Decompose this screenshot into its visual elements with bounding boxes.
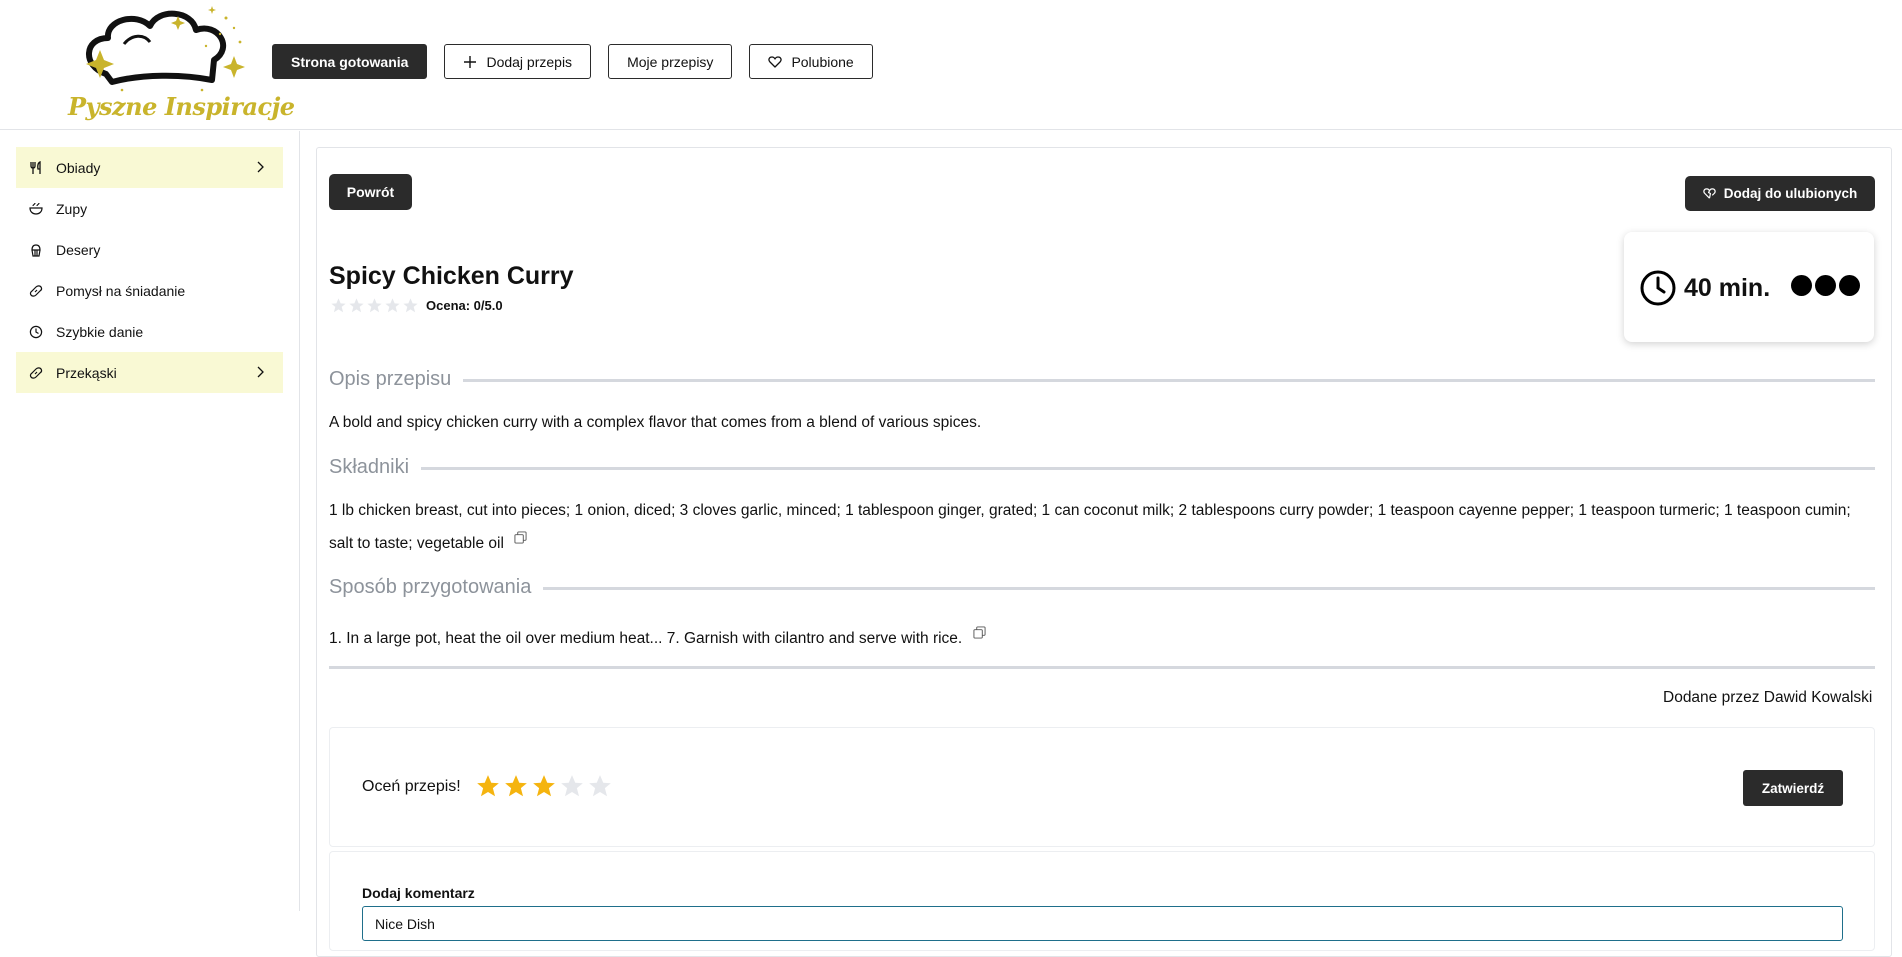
link-icon: [29, 366, 43, 380]
star-icon[interactable]: [531, 773, 557, 799]
sidebar-item-obiady[interactable]: Obiady: [16, 147, 283, 188]
recipe-title: Spicy Chicken Curry: [329, 262, 574, 290]
difficulty-dot: [1791, 275, 1812, 296]
nav-home-label: Strona gotowania: [291, 53, 409, 70]
sidebar-item-label: Szybkie danie: [56, 323, 144, 340]
section-divider: [463, 378, 1875, 382]
nav-home-button[interactable]: Strona gotowania: [272, 44, 428, 79]
sidebar-item-label: Obiady: [56, 159, 101, 176]
star-icon[interactable]: [475, 773, 501, 799]
heart-crack-icon: [1703, 188, 1716, 199]
nav-add-recipe-label: Dodaj przepis: [486, 53, 573, 70]
copy-icon[interactable]: [973, 626, 986, 639]
prep-time: 40 min.: [1684, 274, 1771, 302]
nav-liked-button[interactable]: Polubione: [749, 44, 873, 79]
clock-icon: [1640, 270, 1676, 306]
star-icon[interactable]: [587, 773, 613, 799]
cupcake-icon: [29, 243, 43, 257]
star-icon: [349, 298, 364, 313]
chevron-right-icon: [257, 366, 264, 378]
sidebar-item-przekaski[interactable]: Przekąski: [16, 352, 283, 393]
submit-label: Zatwierdź: [1761, 780, 1825, 796]
ingredients-text: 1 lb chicken breast, cut into pieces; 1 …: [329, 502, 1851, 552]
sidebar-item-zupy[interactable]: Zupy: [16, 188, 283, 229]
star-icon: [331, 298, 346, 313]
copy-icon[interactable]: [514, 531, 527, 544]
brand-name: Pyszne Inspiracje: [68, 92, 295, 121]
method-text: 1. In a large pot, heat the oil over med…: [329, 630, 963, 647]
back-label: Powrót: [346, 184, 395, 200]
nav-my-recipes-label: Moje przepisy: [627, 53, 714, 70]
utensils-icon: [29, 160, 43, 175]
description-section-heading: Opis przepisu: [329, 366, 1875, 392]
difficulty-dot: [1815, 275, 1836, 296]
comment-label: Dodaj komentarz: [362, 885, 475, 901]
section-divider: [421, 466, 1875, 470]
back-button[interactable]: Powrót: [329, 174, 412, 210]
brand-logo[interactable]: Pyszne Inspiracje: [62, 4, 295, 122]
submit-rating-button[interactable]: Zatwierdź: [1743, 770, 1843, 806]
top-header: Pyszne Inspiracje Strona gotowania Dodaj…: [0, 0, 1902, 130]
sidebar-item-label: Zupy: [56, 200, 88, 217]
content-divider: [329, 666, 1875, 669]
sidebar-item-desery[interactable]: Desery: [16, 229, 283, 270]
ingredients-text-block: 1 lb chicken breast, cut into pieces; 1 …: [329, 494, 1875, 560]
link-icon: [29, 284, 43, 298]
heart-icon: [768, 55, 783, 68]
sidebar-item-sniadanie[interactable]: Pomysł na śniadanie: [16, 270, 283, 311]
chevron-right-icon: [257, 161, 264, 173]
comment-input[interactable]: [362, 906, 1843, 941]
sidebar-item-label: Pomysł na śniadanie: [56, 282, 186, 299]
method-title: Sposób przygotowania: [329, 575, 532, 598]
main-nav: Strona gotowania Dodaj przepis Moje prze…: [272, 44, 873, 79]
recipe-description: A bold and spicy chicken curry with a co…: [329, 414, 982, 431]
star-icon[interactable]: [559, 773, 585, 799]
description-title: Opis przepisu: [329, 367, 452, 390]
recipe-rating: Ocena: 0/5.0: [330, 297, 503, 314]
nav-my-recipes-button[interactable]: Moje przepisy: [608, 44, 733, 79]
method-text-block: 1. In a large pot, heat the oil over med…: [329, 622, 1875, 655]
sidebar-item-label: Desery: [56, 241, 101, 258]
rate-stars[interactable]: [475, 773, 613, 799]
star-icon: [385, 298, 400, 313]
section-divider: [543, 586, 1875, 590]
bowl-icon: [29, 202, 43, 216]
sidebar-item-szybkie-danie[interactable]: Szybkie danie: [16, 311, 283, 352]
rating-text: Ocena: 0/5.0: [426, 298, 503, 313]
time-difficulty-card: 40 min.: [1624, 232, 1874, 342]
clock-icon: [29, 325, 43, 339]
plus-icon: [464, 55, 477, 68]
favorite-label: Dodaj do ulubionych: [1723, 186, 1858, 201]
nav-liked-label: Polubione: [791, 53, 854, 70]
method-section-heading: Sposób przygotowania: [329, 574, 1875, 600]
author-credit: Dodane przez Dawid Kowalski: [1663, 689, 1873, 706]
difficulty-indicator: [1791, 275, 1860, 296]
rate-label: Oceń przepis!: [362, 778, 461, 795]
star-icon: [403, 298, 418, 313]
category-sidebar: Obiady Zupy Desery Pomysł na śniadanie S…: [0, 131, 300, 911]
ingredients-section-heading: Składniki: [329, 454, 1875, 480]
sidebar-item-label: Przekąski: [56, 364, 117, 381]
rate-recipe-card: Oceń przepis! Zatwierdź: [329, 727, 1875, 847]
chef-hat-logo-icon: [86, 6, 245, 92]
difficulty-dot: [1839, 275, 1860, 296]
star-icon[interactable]: [503, 773, 529, 799]
ingredients-title: Składniki: [329, 455, 410, 478]
comment-card: Dodaj komentarz: [329, 851, 1875, 951]
nav-add-recipe-button[interactable]: Dodaj przepis: [444, 44, 592, 79]
star-icon: [367, 298, 382, 313]
add-to-favorites-button[interactable]: Dodaj do ulubionych: [1685, 176, 1875, 211]
